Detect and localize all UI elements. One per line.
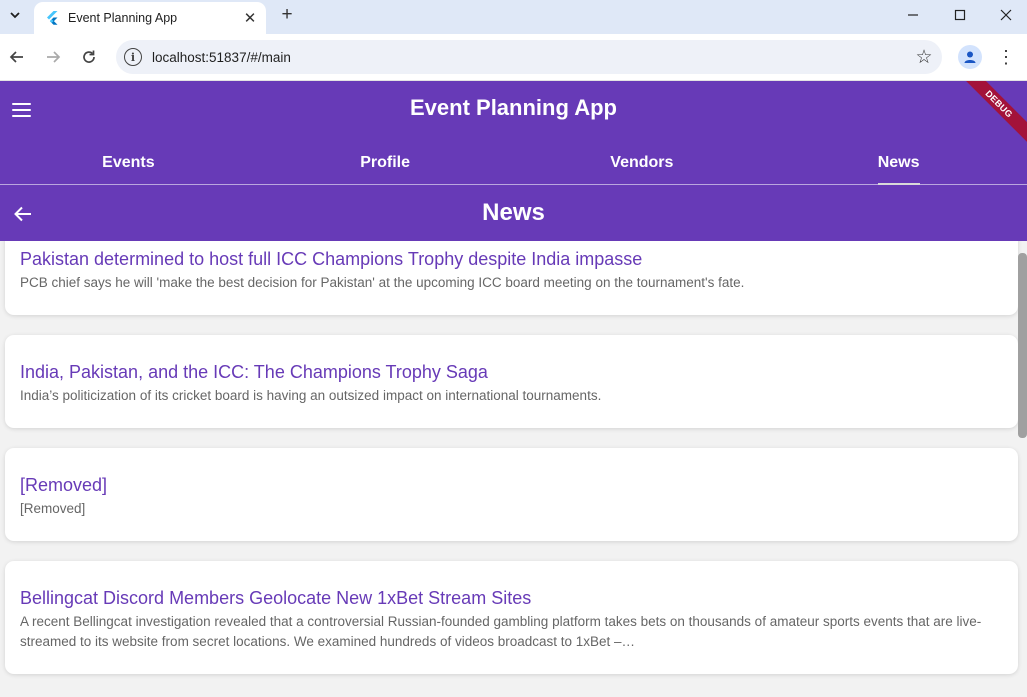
site-info-icon[interactable]: i	[124, 48, 142, 66]
app-viewport: Event Planning App DEBUG Events Profile …	[0, 81, 1027, 697]
bookmark-star-icon[interactable]: ☆	[910, 43, 938, 71]
news-list: Pakistan determined to host full ICC Cha…	[0, 241, 1027, 697]
news-title[interactable]: [Removed]	[20, 474, 1003, 496]
profile-avatar-icon[interactable]	[958, 45, 982, 69]
news-title[interactable]: Bellingcat Discord Members Geolocate New…	[20, 587, 1003, 609]
news-card[interactable]: Bellingcat Discord Members Geolocate New…	[5, 561, 1018, 674]
news-description: PCB chief says he will 'make the best de…	[20, 275, 745, 290]
news-card[interactable]: Pakistan determined to host full ICC Cha…	[5, 241, 1018, 315]
scrollbar-thumb[interactable]	[1018, 253, 1027, 438]
tab-search-chevron-icon[interactable]	[4, 4, 26, 26]
tab-vendors[interactable]: Vendors	[514, 141, 771, 184]
news-header: News	[0, 185, 1027, 241]
news-description: India’s politicization of its cricket bo…	[20, 388, 602, 403]
news-card[interactable]: [Removed] [Removed]	[5, 448, 1018, 541]
back-icon[interactable]	[3, 43, 31, 71]
main-tabs: Events Profile Vendors News	[0, 141, 1027, 185]
browser-tab[interactable]: Event Planning App ✕	[34, 2, 266, 34]
news-description: A recent Bellingcat investigation reveal…	[20, 614, 982, 649]
tab-profile[interactable]: Profile	[257, 141, 514, 184]
browser-tabstrip: Event Planning App ✕ +	[0, 0, 1027, 34]
tab-close-icon[interactable]: ✕	[238, 6, 262, 30]
news-description: [Removed]	[20, 501, 86, 516]
tab-events[interactable]: Events	[0, 141, 257, 184]
reload-icon[interactable]	[75, 43, 103, 71]
minimize-icon[interactable]	[890, 0, 936, 30]
browser-menu-icon[interactable]: ⋮	[996, 45, 1016, 69]
new-tab-icon[interactable]: +	[276, 4, 298, 26]
app-bar: Event Planning App DEBUG Events Profile …	[0, 81, 1027, 241]
news-title[interactable]: India, Pakistan, and the ICC: The Champi…	[20, 361, 1003, 383]
forward-icon[interactable]	[39, 43, 67, 71]
browser-toolbar: i localhost:51837/#/main ☆ ⋮	[0, 34, 1027, 81]
news-card[interactable]: India, Pakistan, and the ICC: The Champi…	[5, 335, 1018, 428]
page-title: News	[482, 199, 545, 226]
app-title: Event Planning App	[410, 95, 617, 120]
close-window-icon[interactable]	[983, 0, 1027, 30]
flutter-icon	[47, 11, 58, 25]
maximize-icon[interactable]	[937, 0, 983, 30]
url-text[interactable]: localhost:51837/#/main	[152, 50, 910, 65]
tab-title: Event Planning App	[68, 11, 178, 25]
news-title[interactable]: Pakistan determined to host full ICC Cha…	[20, 248, 1003, 270]
tab-news[interactable]: News	[770, 141, 1027, 184]
address-bar[interactable]: i localhost:51837/#/main ☆	[116, 40, 942, 74]
